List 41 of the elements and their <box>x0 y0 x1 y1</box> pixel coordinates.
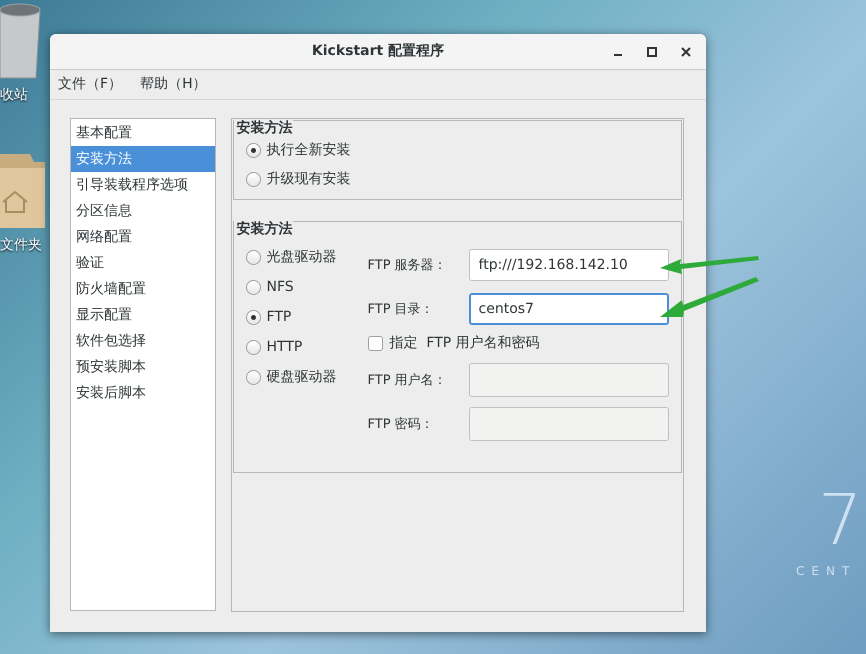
sidebar-item[interactable]: 显示配置 <box>71 302 215 328</box>
radio-button[interactable] <box>246 172 261 186</box>
menu-item[interactable]: 帮助（H） <box>138 73 209 96</box>
radio-option[interactable]: 硬盘驱动器 <box>246 367 368 387</box>
field-label: FTP 用户名： <box>368 372 448 389</box>
sidebar-item[interactable]: 防火墙配置 <box>71 276 215 302</box>
radio-option[interactable]: FTP <box>246 307 368 327</box>
sidebar-item[interactable]: 验证 <box>71 250 215 276</box>
sidebar-item[interactable]: 引导装载程序选项 <box>71 172 215 198</box>
radio-option[interactable]: HTTP <box>246 337 368 357</box>
window-title: Kickstart 配置程序 <box>312 42 444 60</box>
field-label: FTP 目录： <box>368 301 435 318</box>
wallpaper-logo-text: CENT <box>796 564 856 578</box>
menu-item[interactable]: 文件（F） <box>56 73 124 96</box>
radio-button[interactable] <box>246 250 261 264</box>
radio-option[interactable]: 执行全新安装 <box>246 140 681 160</box>
group-title: 安装方法 <box>234 221 293 237</box>
field-label: FTP 服务器： <box>368 257 448 274</box>
sidebar-item[interactable]: 安装后脚本 <box>71 380 215 406</box>
radio-option[interactable]: 光盘驱动器 <box>246 247 368 267</box>
radio-option[interactable]: 升级现有安装 <box>246 169 681 189</box>
checkbox-option[interactable]: 指定 FTP 用户名和密码 <box>368 329 669 357</box>
radio-button[interactable] <box>246 370 261 384</box>
trash-icon <box>0 2 42 80</box>
field-label: FTP 密码： <box>368 416 435 433</box>
checkbox[interactable] <box>368 336 383 350</box>
sidebar-item[interactable]: 基本配置 <box>71 120 215 146</box>
sidebar-item[interactable]: 分区信息 <box>71 198 215 224</box>
radio-button[interactable] <box>246 340 261 354</box>
wallpaper-logo-number: 7 <box>818 485 863 555</box>
radio-button[interactable] <box>246 280 261 294</box>
radio-button[interactable] <box>246 142 261 158</box>
group-title: 安装方法 <box>234 120 293 136</box>
radio-button[interactable] <box>246 310 261 324</box>
desktop-icon-label[interactable]: 收站 <box>0 86 28 104</box>
sidebar-item[interactable]: 网络配置 <box>71 224 215 250</box>
radio-option[interactable]: NFS <box>246 277 368 297</box>
text-field[interactable]: centos7 <box>468 293 669 325</box>
sidebar-item[interactable]: 软件包选择 <box>71 328 215 354</box>
text-field[interactable]: ftp:///192.168.142.10 <box>468 249 669 281</box>
sidebar-item[interactable]: 预安装脚本 <box>71 354 215 380</box>
